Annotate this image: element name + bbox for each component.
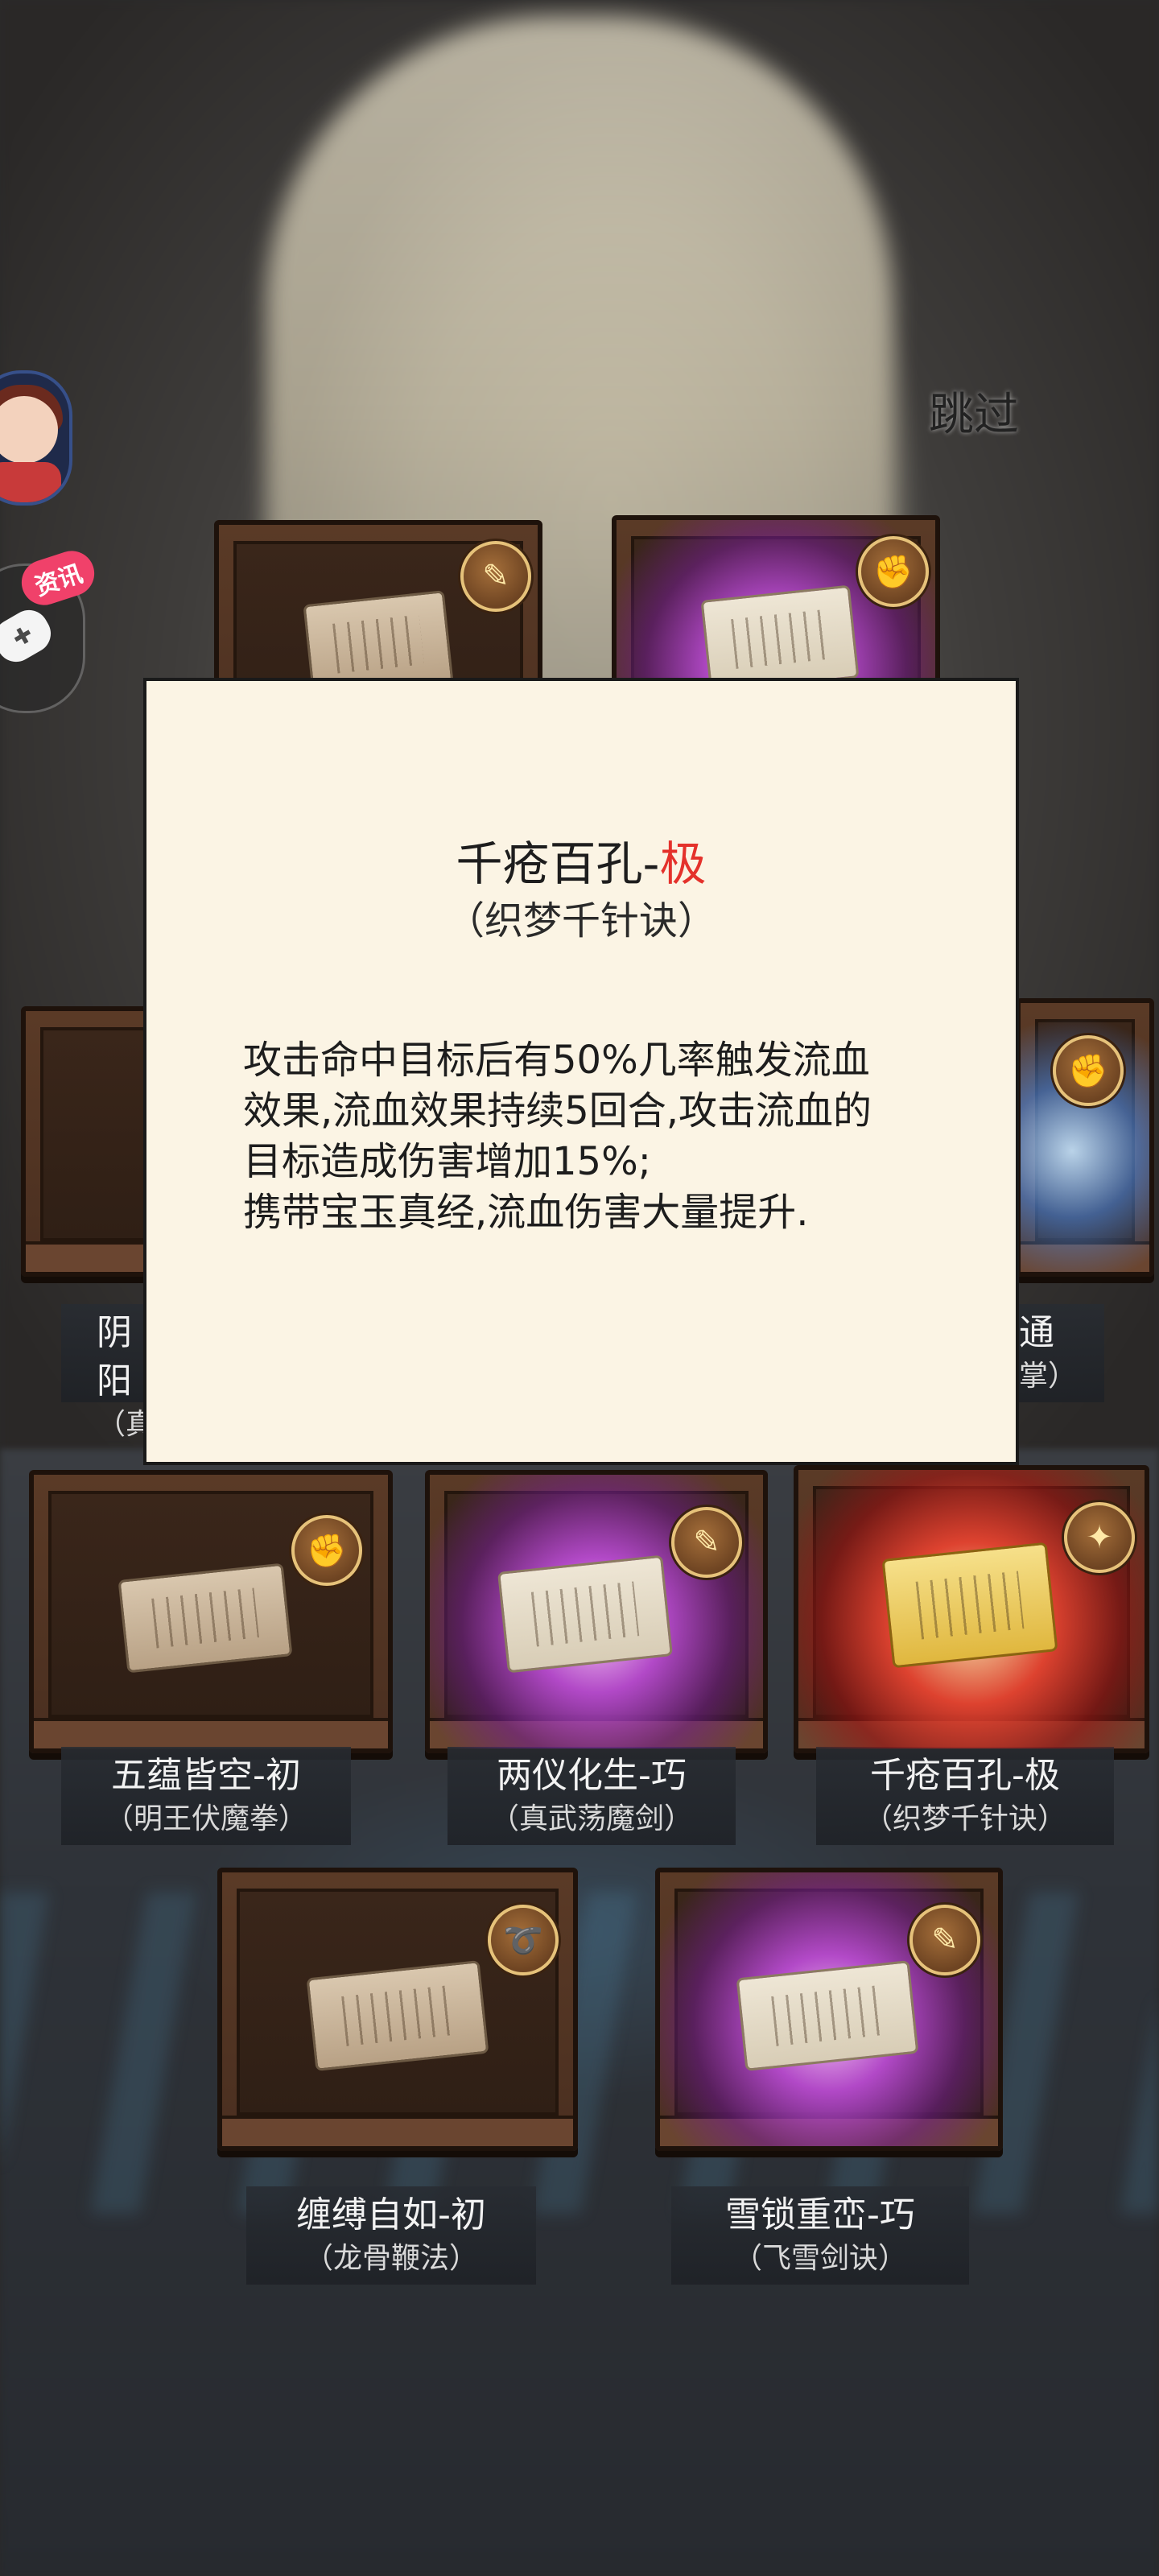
reward-label-mid-left: 阴阳 （真 xyxy=(61,1304,155,1441)
scroll-icon xyxy=(497,1554,674,1674)
description-line: 携带宝玉真经,流血伤害大量提升. xyxy=(243,1190,809,1235)
skill-detail-popup[interactable]: 千疮百孔-极 （织梦千针诀） 攻击命中目标后有50%几率触发流血 效果,流血效果… xyxy=(143,678,1019,1465)
description-line: 攻击命中目标后有50%几率触发流血 xyxy=(243,1038,870,1083)
reward-label-5: 雪锁重峦-巧 （飞雪剑诀） xyxy=(671,2186,969,2285)
scroll-icon xyxy=(306,1960,489,2071)
skill-grade: 极 xyxy=(659,836,707,891)
reward-chest-4[interactable]: ➰ xyxy=(217,1868,578,2151)
skill-name: 千疮百孔- xyxy=(456,836,660,891)
description-line: 效果,流血效果持续5回合,攻击流血的 xyxy=(243,1088,872,1133)
scroll-icon xyxy=(118,1563,293,1674)
reward-label-2: 两仪化生-巧 （真武荡魔剑） xyxy=(448,1747,736,1845)
fist-icon: ✊ xyxy=(291,1515,362,1586)
whip-icon: ➰ xyxy=(488,1905,559,1975)
sword-icon: ✎ xyxy=(671,1507,742,1578)
needles-icon: ✦ xyxy=(1064,1502,1135,1573)
skip-button[interactable]: 跳过 xyxy=(918,378,1030,443)
reward-label-3: 千疮百孔-极 （织梦千针诀） xyxy=(816,1747,1114,1845)
fist-icon: ✊ xyxy=(1053,1035,1124,1106)
reward-chest-3[interactable]: ✦ xyxy=(794,1465,1149,1753)
description-line: 目标造成伤害增加15%; xyxy=(243,1139,651,1184)
reward-label-4: 缠缚自如-初 （龙骨鞭法） xyxy=(246,2186,536,2285)
reward-chest-1[interactable]: ✊ xyxy=(29,1470,393,1753)
fist-icon: ✊ xyxy=(858,536,929,607)
scroll-icon xyxy=(736,1960,919,2071)
reward-label-1: 五蕴皆空-初 （明王伏魔拳） xyxy=(61,1747,351,1845)
scroll-icon xyxy=(881,1542,1058,1669)
reward-chest-5[interactable]: ✎ xyxy=(655,1868,1003,2151)
sword-icon: ✎ xyxy=(460,541,531,612)
reward-chest-mid-right[interactable]: ✊ xyxy=(1016,998,1154,1277)
avatar-body xyxy=(0,462,61,502)
gamepad-icon: ✚ xyxy=(0,603,58,669)
reward-chest-2[interactable]: ✎ xyxy=(425,1470,768,1753)
skill-school: （织梦千针诀） xyxy=(445,898,716,943)
sword-icon: ✎ xyxy=(909,1905,980,1975)
floating-avatar[interactable] xyxy=(0,370,72,506)
skill-title: 千疮百孔-极 xyxy=(146,826,1016,894)
reward-label-mid-right: 通 掌） xyxy=(1016,1304,1104,1402)
skill-description: 攻击命中目标后有50%几率触发流血 效果,流血效果持续5回合,攻击流血的 目标造… xyxy=(243,1035,935,1238)
